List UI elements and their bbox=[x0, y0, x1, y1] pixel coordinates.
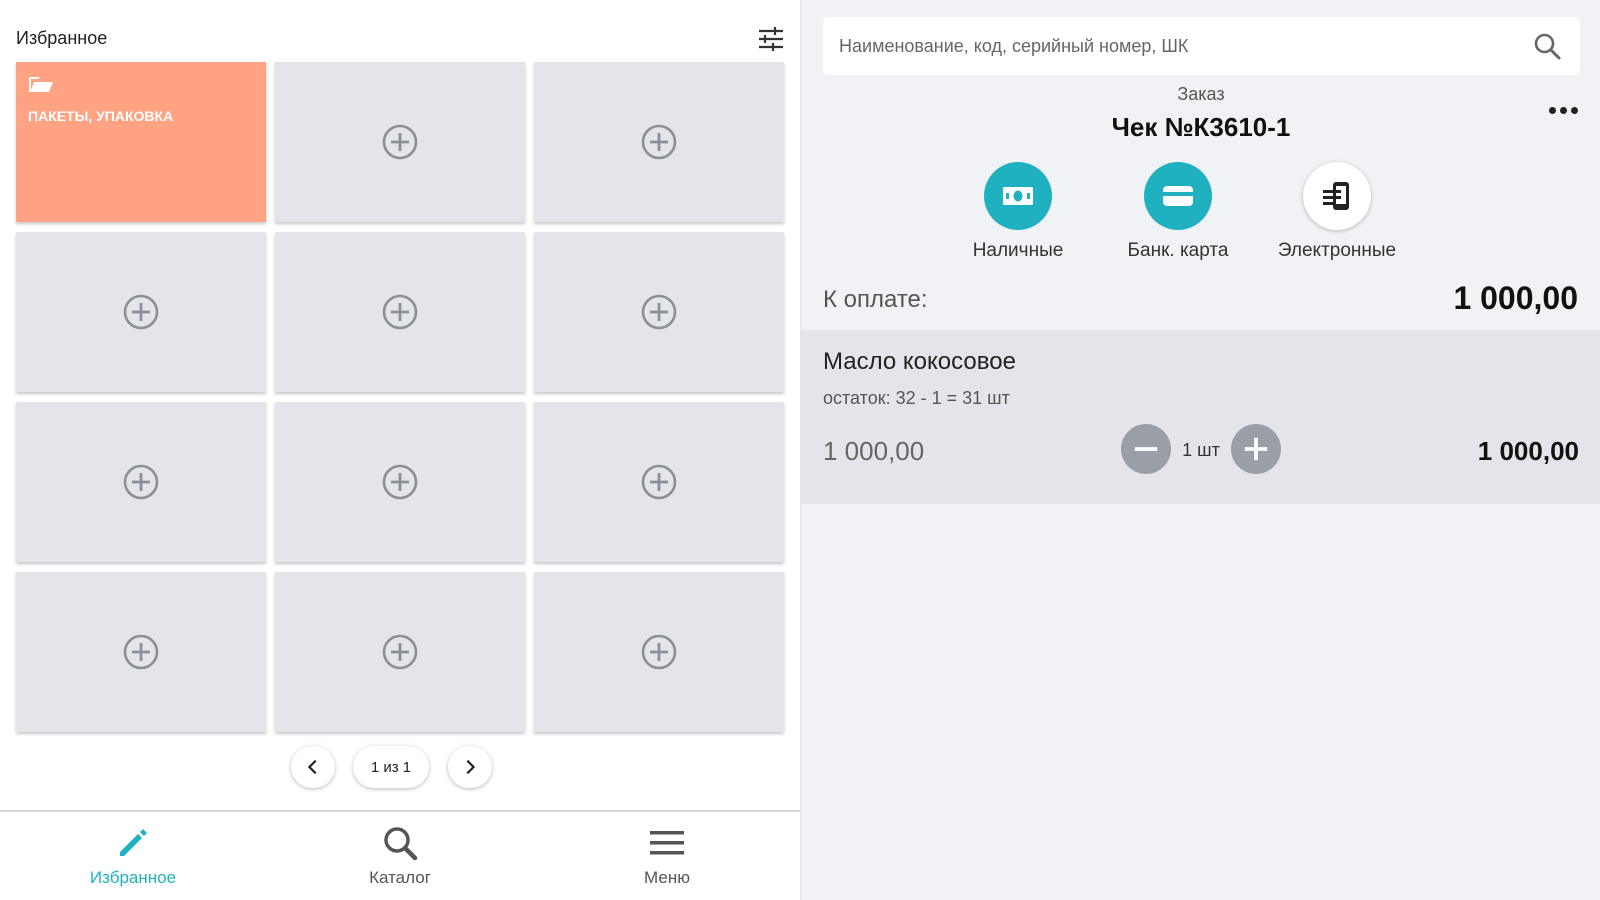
add-circle-icon bbox=[382, 634, 418, 670]
item-stock: остаток: 32 - 1 = 31 шт bbox=[823, 388, 1010, 408]
add-circle-icon bbox=[641, 634, 677, 670]
pay-circle bbox=[984, 162, 1052, 230]
check-title: Чек №К3610-1 bbox=[1111, 112, 1291, 142]
search-input[interactable] bbox=[823, 17, 1532, 75]
add-favorite-tile[interactable] bbox=[275, 62, 525, 222]
add-circle-icon bbox=[641, 124, 677, 160]
nav-label: Избранное bbox=[89, 868, 177, 887]
item-name: Масло кокосовое bbox=[823, 348, 1016, 375]
prev-page-button[interactable] bbox=[291, 746, 335, 788]
menu-icon bbox=[650, 831, 684, 855]
add-circle-icon bbox=[123, 464, 159, 500]
order-label: Заказ bbox=[1177, 84, 1225, 104]
add-circle-icon bbox=[123, 294, 159, 330]
decrease-quantity-button[interactable] bbox=[1121, 424, 1171, 474]
more-dot-icon bbox=[1570, 106, 1578, 114]
add-favorite-tile[interactable] bbox=[534, 402, 784, 562]
order-item[interactable]: Масло кокосовое остаток: 32 - 1 = 31 шт … bbox=[801, 330, 1600, 504]
more-options-button[interactable] bbox=[1543, 98, 1583, 122]
add-circle-icon bbox=[641, 464, 677, 500]
pay-electronic-button[interactable]: Электронные bbox=[1257, 162, 1417, 262]
to-pay-label: К оплате: bbox=[823, 286, 928, 313]
add-favorite-tile[interactable] bbox=[275, 232, 525, 392]
pay-circle bbox=[1144, 162, 1212, 230]
add-circle-icon bbox=[123, 634, 159, 670]
item-total: 1 000,00 bbox=[1477, 436, 1579, 466]
chevron-left-icon bbox=[307, 759, 317, 775]
pay-cash-button[interactable]: Наличные bbox=[938, 162, 1098, 262]
favorites-title: Избранное bbox=[16, 28, 108, 48]
item-quantity: 1 шт bbox=[1182, 440, 1220, 460]
nav-item-menu[interactable]: Меню bbox=[534, 812, 800, 900]
add-circle-icon bbox=[382, 294, 418, 330]
add-favorite-tile[interactable] bbox=[16, 232, 266, 392]
pay-label: Электронные bbox=[1277, 240, 1397, 261]
minus-icon bbox=[1134, 447, 1158, 451]
nav-item-favorites[interactable]: Избранное bbox=[0, 812, 266, 900]
add-favorite-tile[interactable] bbox=[534, 572, 784, 732]
add-favorite-tile[interactable] bbox=[16, 572, 266, 732]
more-dot-icon bbox=[1548, 106, 1556, 114]
add-circle-icon bbox=[641, 294, 677, 330]
search-icon[interactable] bbox=[1532, 31, 1562, 61]
item-price: 1 000,00 bbox=[823, 436, 925, 466]
sliders-icon bbox=[759, 27, 783, 51]
nav-item-catalog[interactable]: Каталог bbox=[267, 812, 533, 900]
next-page-button[interactable] bbox=[448, 746, 492, 788]
favorites-grid: ПАКЕТЫ, УПАКОВКА bbox=[16, 62, 786, 732]
pencil-icon bbox=[120, 829, 147, 856]
search-icon bbox=[384, 827, 418, 861]
add-favorite-tile[interactable] bbox=[534, 232, 784, 392]
add-circle-icon bbox=[382, 464, 418, 500]
favorites-panel: Избранное ПАКЕТЫ, УПАКОВКА 1 из 1 Избран… bbox=[0, 0, 800, 900]
card-icon bbox=[1163, 186, 1193, 206]
to-pay-amount: 1 000,00 bbox=[1453, 280, 1578, 316]
pay-label: Банк. карта bbox=[1127, 240, 1229, 261]
add-favorite-tile[interactable] bbox=[16, 402, 266, 562]
pay-card-button[interactable]: Банк. карта bbox=[1098, 162, 1258, 262]
add-favorite-tile[interactable] bbox=[275, 572, 525, 732]
page-indicator: 1 из 1 bbox=[353, 746, 429, 788]
add-favorite-tile[interactable] bbox=[275, 402, 525, 562]
bottom-nav: Избранное Каталог Меню bbox=[0, 810, 800, 900]
increase-quantity-button[interactable] bbox=[1231, 424, 1281, 474]
add-favorite-tile[interactable] bbox=[534, 62, 784, 222]
nav-label: Меню bbox=[644, 868, 690, 887]
nav-label: Каталог bbox=[369, 868, 431, 887]
add-circle-icon bbox=[382, 124, 418, 160]
order-panel: Заказ Чек №К3610-1 Наличные Банк. карта bbox=[800, 0, 1600, 900]
cash-icon bbox=[1003, 187, 1033, 205]
pay-circle bbox=[1303, 162, 1371, 230]
chevron-right-icon bbox=[466, 759, 476, 775]
filter-settings-button[interactable] bbox=[756, 24, 786, 54]
more-dot-icon bbox=[1559, 106, 1567, 114]
folder-open-icon bbox=[29, 77, 53, 92]
plus-icon bbox=[1244, 437, 1268, 461]
search-bar bbox=[823, 17, 1580, 75]
favorite-folder-tile[interactable]: ПАКЕТЫ, УПАКОВКА bbox=[16, 62, 266, 222]
pay-label: Наличные bbox=[972, 240, 1064, 261]
pagination: 1 из 1 bbox=[0, 746, 800, 790]
folder-label: ПАКЕТЫ, УПАКОВКА bbox=[28, 108, 174, 124]
electronic-payment-icon bbox=[1323, 182, 1349, 210]
